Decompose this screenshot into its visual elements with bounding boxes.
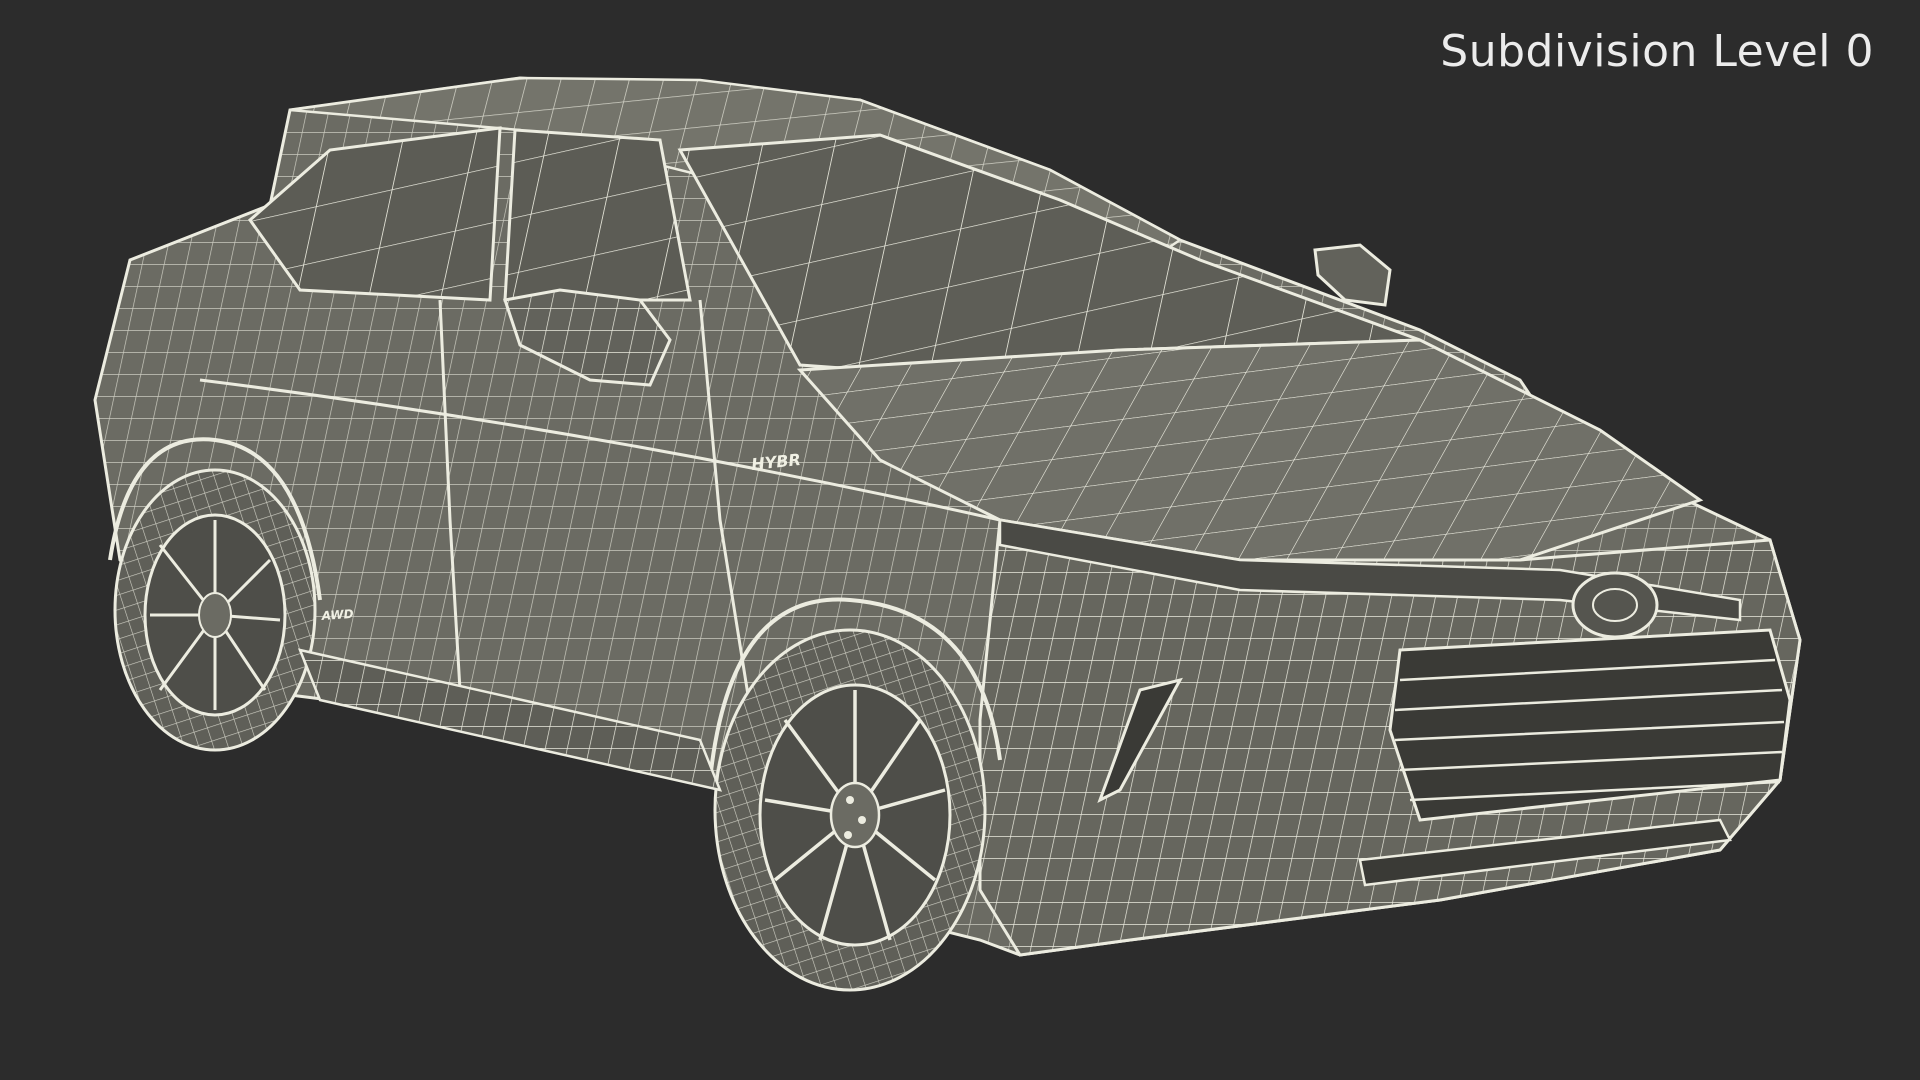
front-wheel [713,628,987,992]
rear-wheel [113,468,317,752]
subdivision-level-label: Subdivision Level 0 [1440,26,1874,77]
wireframe-car-render: HYBR AWD [93,76,1802,992]
render-viewport: HYBR AWD Subdivision Level 0 [0,0,1920,1080]
brand-emblem [1571,571,1659,639]
rear-badge: AWD [320,607,354,623]
